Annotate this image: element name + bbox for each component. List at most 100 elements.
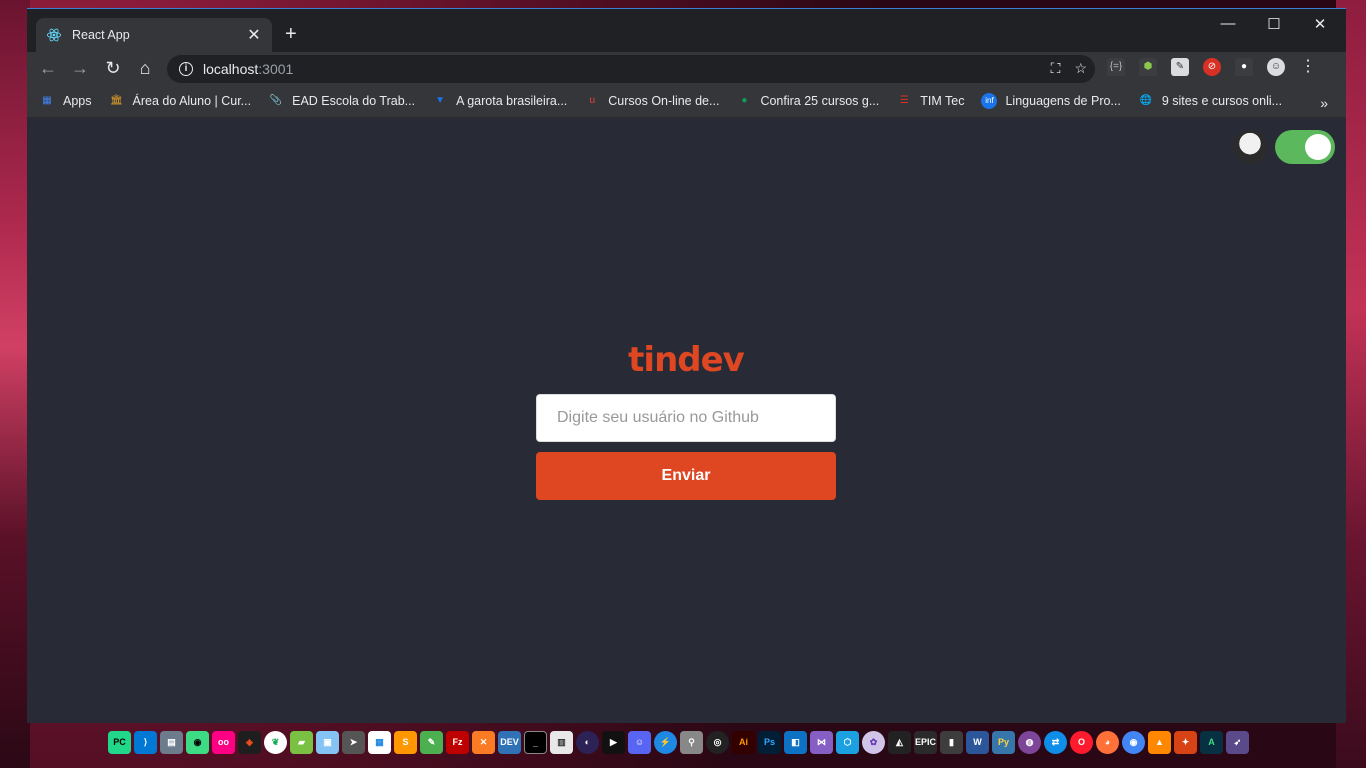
tab-react-app[interactable]: React App ✕ [36,18,272,52]
sublime-icon[interactable]: S [394,730,417,754]
login-form: tindev Enviar [536,340,836,500]
bookmark-confira-cursos[interactable]: ● Confira 25 cursos g... [736,93,879,109]
bookmark-star-icon[interactable]: ☆ [1074,60,1087,77]
android-icon[interactable]: ◉ [186,730,209,754]
pycharm-icon[interactable]: PC [108,730,131,754]
app4-icon[interactable]: ◧ [784,730,807,754]
more-bookmarks-icon[interactable]: » [1320,95,1328,111]
home-button[interactable]: ⌂ [134,57,156,79]
bookmark-tim-tec[interactable]: ☰ TIM Tec [896,93,965,109]
illustrator-icon[interactable]: Ai [732,730,755,754]
discord-icon[interactable]: ☺ [628,730,651,754]
nodejs-extension-icon[interactable]: ⬢ [1139,58,1157,76]
browser-menu-icon[interactable]: ⋮ [1299,58,1317,76]
word-icon[interactable]: W [966,730,989,754]
bookmarks-bar: ▦ Apps 🏛 Área do Aluno | Cur... 📎 EAD Escol… [27,84,1346,118]
extension-icon-1[interactable]: {=} [1107,58,1125,76]
app3-icon[interactable]: ⚡ [654,730,677,754]
virtualbox-icon[interactable]: ▣ [316,730,339,754]
url-host: localhost [203,61,259,77]
triangle-icon: ▼ [435,94,446,106]
bookmark-cursos-online[interactable]: u Cursos On-line de... [584,93,719,109]
database-icon[interactable]: ▤ [160,730,183,754]
bookmark-linguagens[interactable]: inf Linguagens de Pro... [981,92,1121,109]
app8-icon[interactable]: ✦ [1174,730,1197,754]
back-button[interactable]: ← [37,57,59,79]
eclipse-icon[interactable]: ◐ [576,730,599,754]
bookmark-label: Linguagens de Pro... [1005,93,1121,108]
opera-icon[interactable]: O [1070,730,1093,754]
figma-icon[interactable]: ◈ [238,730,261,754]
media-icon[interactable]: ▶ [602,730,625,754]
devc-icon[interactable]: DEV [498,730,521,754]
app-icon[interactable]: ▦ [368,730,391,754]
apps-grid-icon: ▦ [42,94,52,106]
bookmark-label: Cursos On-line de... [608,93,720,108]
new-tab-button[interactable]: + [285,23,297,46]
bookmark-garota-brasileira[interactable]: ▼ A garota brasileira... [432,93,567,109]
bookmark-apps[interactable]: ▦ Apps [39,93,92,109]
site-info-icon[interactable]: i [179,62,193,76]
notepad-icon[interactable]: ✎ [420,730,443,754]
globe-icon: 🌐 [1139,94,1153,106]
address-bar[interactable]: i localhost:3001 ⛶ ☆ [167,55,1095,83]
forward-button[interactable]: → [69,57,91,79]
xampp-icon[interactable]: ✕ [472,730,495,754]
arrow-icon[interactable]: ➶ [1226,730,1249,754]
vscode-icon[interactable]: ⟩ [134,730,157,754]
submit-button[interactable]: Enviar [536,452,836,500]
minimize-button[interactable]: — [1205,15,1251,32]
app2-icon[interactable]: ▥ [550,730,573,754]
url-port: :3001 [258,61,294,77]
app7-icon[interactable]: ▮ [940,730,963,754]
bookmark-label: Apps [63,93,92,108]
app6-icon[interactable]: ✿ [862,730,885,754]
browser-window: React App ✕ + — ☐ ✕ ← → ↻ ⌂ i localhost:… [27,8,1346,723]
bookmark-ead-escola[interactable]: 📎 EAD Escola do Trab... [268,93,415,109]
epic-games-icon[interactable]: EPIC [914,730,937,754]
visualstudio-icon[interactable]: ⋈ [810,730,833,754]
python-icon[interactable]: Py [992,730,1015,754]
firefox-icon[interactable]: ◕ [1096,730,1119,754]
tindev-logo: tindev [628,340,745,380]
browser-toolbar: ← → ↻ ⌂ i localhost:3001 ⛶ ☆ {=} ⬢ ✎ ⊘ ●… [27,52,1346,84]
android-studio-icon[interactable]: A [1200,730,1223,754]
obs-icon[interactable]: ◎ [706,730,729,754]
mongodb-icon[interactable]: ❦ [264,730,287,754]
github-username-input[interactable] [536,394,836,442]
tab-bar: React App ✕ + — ☐ ✕ [27,9,1346,52]
dracula-avatar [1233,130,1267,164]
bookmark-label: Área do Aluno | Cur... [132,93,252,108]
vlc-icon[interactable]: ▲ [1148,730,1171,754]
extension-icon-4[interactable]: ⊘ [1203,58,1221,76]
cursor-icon[interactable]: ➤ [342,730,365,754]
translate-icon[interactable]: ⛶ [1051,60,1061,77]
close-tab-icon[interactable]: ✕ [246,25,262,45]
terminal-icon[interactable]: _ [524,730,547,754]
bookmark-area-do-aluno[interactable]: 🏛 Área do Aluno | Cur... [109,93,252,109]
close-window-button[interactable]: ✕ [1297,15,1343,33]
inf-icon: inf [981,92,998,109]
profile-avatar[interactable]: ☺ [1267,58,1285,76]
usb-icon[interactable]: ⚲ [680,730,703,754]
flickr-icon[interactable]: oo [212,730,235,754]
app5-icon[interactable]: ⬡ [836,730,859,754]
tim-icon: ☰ [899,94,909,106]
unity-icon[interactable]: ◭ [888,730,911,754]
bluestacks-icon[interactable]: ▰ [290,730,313,754]
reload-button[interactable]: ↻ [102,57,124,79]
theme-toggle[interactable] [1275,130,1335,164]
taskbar: PC ⟩ ▤ ◉ oo ◈ ❦ ▰ ▣ ➤ ▦ S ✎ Fz ✕ DEV _ ▥… [108,727,1283,757]
page-content: tindev Enviar [27,118,1346,723]
photoshop-icon[interactable]: Ps [758,730,781,754]
bookmark-9-sites[interactable]: 🌐 9 sites e cursos onli... [1138,93,1282,109]
extension-icon-5[interactable]: ● [1235,58,1253,76]
filezilla-icon[interactable]: Fz [446,730,469,754]
teamviewer-icon[interactable]: ⇄ [1044,730,1067,754]
tor-icon[interactable]: ◍ [1018,730,1041,754]
extensions-area: {=} ⬢ ✎ ⊘ ● ☺ ⋮ [1107,58,1317,76]
tab-title: React App [72,28,130,42]
chrome-icon[interactable]: ◉ [1122,730,1145,754]
maximize-button[interactable]: ☐ [1251,15,1297,33]
extension-icon-3[interactable]: ✎ [1171,58,1189,76]
